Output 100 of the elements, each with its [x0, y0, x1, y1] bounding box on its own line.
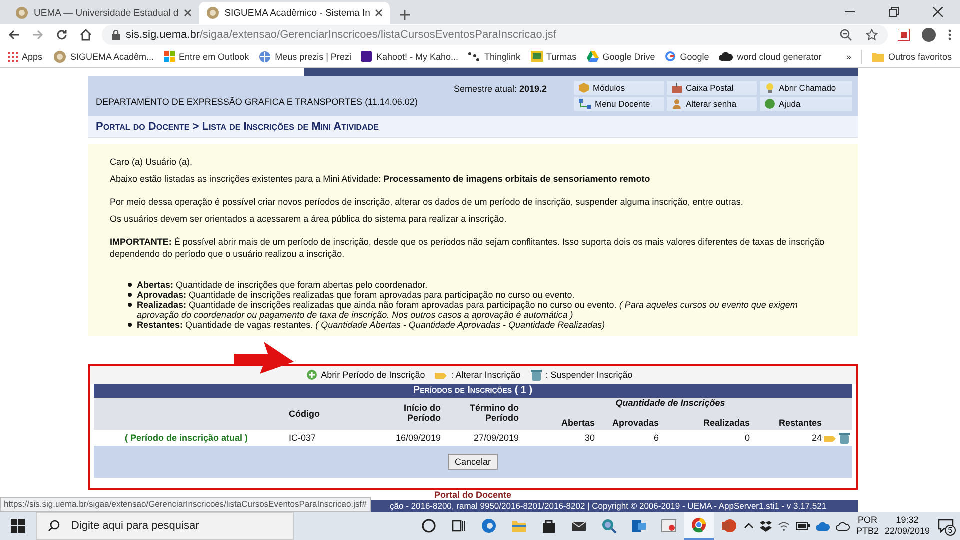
bookmark[interactable]: Kahoot! - My Kaho...	[361, 51, 458, 62]
close-icon[interactable]	[933, 7, 943, 17]
browser-tab[interactable]: SIGUEMA Acadêmico - Sistema In	[198, 2, 390, 24]
column-header: Código	[288, 409, 321, 419]
column-header: Realizadas	[702, 418, 750, 430]
bin-icon	[530, 370, 542, 380]
column-header: Início do Período	[403, 403, 441, 425]
table-cell-text: 16/09/2019	[394, 433, 441, 443]
legend-item: Restantes: Quantidade de vagas restantes. ( Quantidade Abertas - Quantidade Aprovadas - Quantidade Realizadas)	[137, 320, 606, 330]
bookmark[interactable]: word cloud generator	[719, 52, 822, 62]
apps-grid-icon	[8, 52, 18, 62]
cloud-icon	[719, 52, 734, 61]
bookmark[interactable]: SIGUEMA Acadêm...	[52, 50, 154, 64]
reload-icon[interactable]	[56, 29, 68, 41]
globe-icon	[259, 50, 272, 62]
table-cell-text: 6	[652, 433, 659, 443]
task-view-icon	[451, 518, 468, 534]
bookmark-folder[interactable]: Outros favoritos	[872, 52, 952, 62]
board-icon	[530, 51, 543, 62]
action-legend: : Suspender Inscrição	[546, 370, 633, 380]
action-legend: : Alterar Inscrição	[451, 370, 521, 380]
new-tab-icon[interactable]	[400, 10, 410, 20]
bookmark[interactable]: Entre em Outlook	[164, 51, 250, 62]
bookmark[interactable]: Google	[665, 51, 710, 62]
dots-icon	[468, 52, 480, 62]
address-bar[interactable]: sis.sig.uema.br/sigaa/extensao/GerenciarInscricoes/listaCursosEventosParaInscricao.jsf	[102, 25, 888, 45]
browser-icon	[481, 518, 498, 534]
bookmark[interactable]: Apps	[8, 52, 43, 62]
column-group-header: Quantidade de Inscrições	[614, 398, 726, 410]
window-icon	[661, 518, 678, 534]
paragraph: IMPORTANTE: É possível abrir mais de um período de inscrição, desde que os períodos não sejam conflitantes. Isso suporta dois os mais valores diferentes de taxas de inscrição dependendo do período que o usuário realizou a inscrição.	[110, 236, 826, 260]
menu-icon[interactable]	[948, 29, 952, 41]
column-header: Abertas	[560, 418, 595, 430]
semester-label: Semestre atual: 2019.2	[454, 84, 548, 94]
url-text: sis.sig.uema.br/sigaa/extensao/GerenciarInscricoes/listaCursosEventosParaInscricao.jsf	[126, 29, 556, 41]
favicon-icon	[206, 6, 220, 20]
footer-text: ção - 2016-8200, ramal 9950/2016-8201/2016-8202 | Copyright © 2006-2019 - UEMA - AppServer1.sti1 - v 3.17.521	[390, 501, 827, 511]
back-icon[interactable]	[8, 29, 20, 41]
language-indicator[interactable]: POR PTB2	[856, 515, 879, 537]
bookmark[interactable]: Meus prezis | Prezi	[259, 50, 352, 62]
footer-link[interactable]: Portal do Docente	[432, 490, 514, 500]
lock-icon	[112, 30, 120, 40]
extension-icon[interactable]	[898, 29, 910, 41]
bullet-icon	[128, 293, 132, 297]
star-icon[interactable]	[866, 29, 878, 41]
bin-icon[interactable]	[839, 432, 850, 444]
slides-icon	[721, 518, 738, 534]
plus-icon	[307, 370, 318, 380]
network-icon	[579, 99, 591, 109]
cancel-button[interactable]: Cancelar	[448, 454, 498, 470]
close-icon[interactable]	[375, 9, 384, 17]
browser-icon	[691, 517, 708, 533]
table-cell-text: IC-037	[288, 433, 318, 443]
bookmark[interactable]: Thinglink	[468, 52, 521, 62]
mail-app-icon	[631, 518, 648, 534]
column-header: Término do Período	[469, 403, 519, 425]
folder-icon	[872, 52, 884, 62]
folder-icon	[511, 518, 528, 534]
home-icon[interactable]	[80, 29, 92, 41]
ring-icon	[665, 51, 676, 62]
magnifier-icon	[601, 518, 618, 534]
bookmark[interactable]: Google Drive	[586, 51, 656, 62]
menu-link[interactable]: Caixa Postal	[667, 81, 757, 95]
search-icon	[48, 520, 60, 532]
bulb-icon	[765, 83, 775, 93]
period-status: ( Período de inscrição atual )	[124, 433, 250, 443]
cloud-outline-icon[interactable]	[836, 522, 850, 530]
cube-icon	[579, 83, 589, 93]
windows-logo-icon	[164, 51, 176, 62]
close-icon[interactable]	[184, 9, 192, 17]
mailbox-icon	[672, 83, 682, 93]
battery-icon[interactable]	[796, 522, 810, 530]
menu-link[interactable]: Menu Docente	[574, 97, 664, 111]
action-legend: Abrir Período de Inscrição	[321, 370, 426, 380]
browser-tab[interactable]: UEMA — Universidade Estadual d	[8, 2, 199, 24]
drive-icon	[586, 51, 599, 62]
chevron-up-icon[interactable]	[744, 523, 754, 529]
legend-item: Realizadas: Quantidade de inscrições realizadas que ainda não foram aprovadas para participação no curso ou evento. ( Para aqueles cursos ou evento que exigem aprovação do coordenador ou pagamento de taxa de inscrição. Nos outros casos a aprovação é automática )	[137, 300, 799, 320]
more-bookmarks-button[interactable]: »	[846, 52, 852, 62]
favicon-icon	[15, 6, 29, 20]
menu-link[interactable]: Abrir Chamado	[760, 81, 852, 95]
windows-logo-icon	[11, 519, 26, 533]
menu-link[interactable]: Módulos	[574, 81, 664, 95]
zoom-icon[interactable]	[840, 29, 852, 41]
menu-link[interactable]: Ajuda	[760, 97, 852, 111]
restore-icon[interactable]	[889, 7, 899, 17]
wifi-icon[interactable]	[778, 521, 790, 531]
avatar-icon[interactable]	[922, 28, 936, 42]
menu-link[interactable]: Alterar senha	[667, 97, 757, 111]
clock[interactable]: 19:32 22/09/2019	[884, 515, 930, 537]
taskbar-search-field[interactable]: Digite aqui para pesquisar	[36, 512, 294, 540]
cloud-icon[interactable]	[816, 522, 830, 530]
bookmark[interactable]: Turmas	[530, 51, 577, 62]
status-url: https://sis.sig.uema.br/sigaa/extensao/GerenciarInscricoes/listaCursosEventosParaInscricao.jsf#	[0, 497, 371, 512]
box-icon[interactable]	[760, 520, 772, 532]
search-circle-icon	[421, 518, 438, 534]
pencil-icon	[435, 370, 448, 380]
column-header: Restantes	[778, 418, 822, 430]
legend-item: Aprovadas: Quantidade de inscrições realizadas que foram aprovadas para participação no curso ou evento.	[137, 290, 575, 300]
notification-icon[interactable]	[938, 519, 954, 533]
